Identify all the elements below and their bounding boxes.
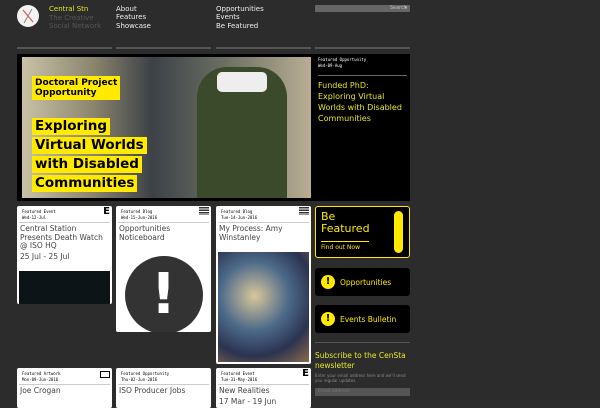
logo[interactable] (17, 5, 39, 27)
card-blog[interactable]: Featured BlogTue-14-Jun-2016 My Process:… (216, 206, 311, 364)
nav-about[interactable]: About (116, 5, 151, 13)
tagline: The Creative (49, 14, 101, 23)
hero-image[interactable]: Doctoral ProjectOpportunity Exploring Vi… (22, 57, 311, 198)
hero-title[interactable]: Funded PhD: Exploring Virtual Worlds wit… (318, 75, 407, 124)
card-event[interactable]: Featured EventWed-12-JulE Central Statio… (17, 206, 112, 304)
vr-headset (217, 72, 267, 92)
opportunities-label: Opportunities (340, 278, 391, 287)
card-title: New Realities (216, 385, 311, 398)
exclamation-icon (394, 211, 403, 253)
card-image (19, 271, 110, 304)
event-icon: E (302, 369, 309, 379)
title-line: Exploring (32, 118, 110, 135)
card-title: Opportunities Noticeboard (116, 223, 211, 244)
card-title: Central Station Presents Death Watch @ I… (17, 223, 112, 253)
email-input[interactable]: Email address (315, 388, 410, 396)
card-event[interactable]: Featured EventTue-31-May-2016E New Reali… (216, 368, 311, 408)
nav-col-2: Opportunities Events Be Featured (216, 5, 264, 30)
image-caption: Doctoral ProjectOpportunity (32, 76, 120, 100)
exclamation-icon: ! (125, 256, 203, 332)
event-icon: E (103, 207, 110, 217)
blog-icon (199, 207, 209, 215)
caption-line: Opportunity (35, 88, 117, 98)
events-bulletin-button[interactable]: ! Events Bulletin (315, 305, 410, 333)
card-opportunity[interactable]: Featured OpportunityThu-02-Jun-2016 ISO … (116, 368, 211, 408)
card-dates: 17 Mar - 19 Jun (216, 398, 311, 408)
exclamation-icon: ! (321, 275, 335, 289)
hero-feature[interactable]: Doctoral ProjectOpportunity Exploring Vi… (17, 54, 410, 201)
card-artwork[interactable]: Featured ArtworkMon-09-Jun-2016 Joe Crog… (17, 368, 112, 408)
nav-col-1: About Features Showcase (116, 5, 151, 30)
caption-line: Doctoral Project (35, 78, 117, 88)
blog-icon (299, 207, 309, 215)
be-featured-box[interactable]: Be Featured Find out Now (315, 206, 410, 258)
hero-side-panel: Featured Opportunity Wed-09-Aug Funded P… (315, 54, 410, 201)
search-input[interactable]: Search▾ (315, 5, 410, 12)
events-label: Events Bulletin (340, 315, 396, 324)
brand-name[interactable]: Central Stn (49, 5, 101, 14)
card-dates: 25 Jul - 25 Jul (17, 253, 112, 264)
subscribe-text: Enter your email address here and we'll … (315, 373, 410, 383)
brand: Central Stn The Creative Social Network (49, 5, 101, 31)
artwork-icon (100, 371, 110, 378)
date: Tue-31-May-2016 (221, 377, 306, 383)
card-title: My Process: Amy Winstanley (216, 223, 311, 244)
date: Wed-09-Aug (318, 63, 407, 69)
divider (315, 47, 410, 49)
title-line: with Disabled (32, 156, 142, 173)
date: Mon-09-Jun-2016 (22, 377, 107, 383)
date: Wed-15-Jun-2016 (121, 215, 206, 221)
nav-showcase[interactable]: Showcase (116, 22, 151, 30)
exclamation-icon: ! (321, 312, 335, 326)
title-line: Virtual Worlds (32, 137, 147, 154)
newsletter: Subscribe to the CenSta newsletter Enter… (315, 351, 410, 396)
divider (17, 47, 112, 49)
dropdown-icon: ▾ (404, 5, 407, 12)
card-title: Joe Crogan (17, 385, 112, 398)
card-blog[interactable]: Featured BlogWed-15-Jun-2016 Opportuniti… (116, 206, 211, 332)
divider (315, 342, 410, 343)
be-featured-title: Be Featured (321, 211, 381, 235)
card-image (218, 252, 309, 362)
nav-events[interactable]: Events (216, 13, 264, 21)
title-line: Communities (32, 175, 137, 192)
nav-features[interactable]: Features (116, 13, 151, 21)
date: Tue-14-Jun-2016 (221, 215, 306, 221)
subscribe-title: Subscribe to the CenSta newsletter (315, 351, 410, 371)
nav-opportunities[interactable]: Opportunities (216, 5, 264, 13)
nav-be-featured[interactable]: Be Featured (216, 22, 264, 30)
opportunities-button[interactable]: ! Opportunities (315, 268, 410, 296)
card-title: ISO Producer Jobs (116, 385, 211, 398)
date: Thu-02-Jun-2016 (121, 377, 206, 383)
divider (216, 47, 311, 49)
divider (116, 47, 211, 49)
find-out-link[interactable]: Find out Now (321, 241, 369, 251)
image-title: Exploring Virtual Worlds with Disabled C… (32, 118, 147, 194)
date: Wed-12-Jul (22, 215, 107, 221)
tagline: Social Network (49, 22, 101, 31)
